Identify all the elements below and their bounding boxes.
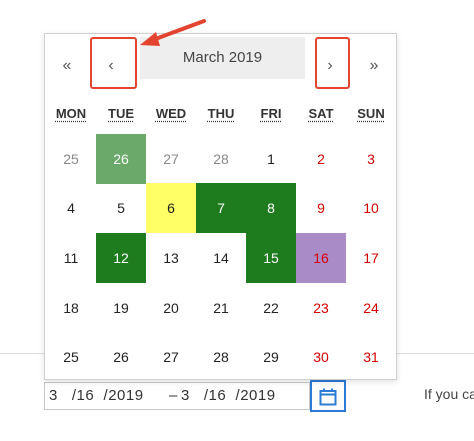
calendar-icon: [319, 388, 337, 406]
annotation-arrow-icon: [140, 19, 206, 46]
weekday-wed: WED: [155, 106, 187, 121]
range-separator: –: [169, 387, 178, 404]
side-text: If you ca: [424, 386, 474, 402]
day-cell[interactable]: 13: [146, 233, 196, 283]
weekday-sun: SUN: [357, 106, 385, 121]
day-cell[interactable]: 4: [46, 183, 96, 233]
weekday-mon: MON: [55, 106, 87, 121]
weekday-sat: SAT: [308, 106, 334, 121]
day-cell[interactable]: 30: [296, 332, 346, 382]
day-cell[interactable]: 17: [346, 233, 396, 283]
date-range-input[interactable]: 3 /16 /2019 – 3 /16 /2019: [44, 382, 310, 410]
day-cell[interactable]: 11: [46, 233, 96, 283]
end-date-field[interactable]: 3 /16 /2019: [181, 387, 276, 404]
day-cell[interactable]: 27: [146, 134, 196, 184]
weekday-fri: FRI: [260, 106, 282, 121]
prev-month-highlight: [90, 37, 137, 89]
month-title[interactable]: March 2019: [140, 49, 305, 66]
day-cell[interactable]: 27: [146, 332, 196, 382]
day-cell[interactable]: 16: [296, 233, 346, 283]
next-month-highlight: [315, 37, 350, 89]
day-cell[interactable]: 20: [146, 283, 196, 333]
start-date-field[interactable]: 3 /16 /2019: [49, 387, 144, 404]
day-cell[interactable]: 19: [96, 283, 146, 333]
day-cell[interactable]: 10: [346, 183, 396, 233]
day-cell[interactable]: 23: [296, 283, 346, 333]
day-cell[interactable]: 25: [46, 332, 96, 382]
next-year-button[interactable]: »: [364, 57, 384, 75]
calendar-toggle-button[interactable]: [310, 380, 346, 412]
day-cell[interactable]: 5: [96, 183, 146, 233]
day-cell[interactable]: 3: [346, 134, 396, 184]
day-cell[interactable]: 7: [196, 183, 246, 233]
day-cell[interactable]: 28: [196, 332, 246, 382]
day-cell[interactable]: 24: [346, 283, 396, 333]
day-cell[interactable]: 6: [146, 183, 196, 233]
day-cell[interactable]: 2: [296, 134, 346, 184]
day-cell[interactable]: 1: [246, 134, 296, 184]
day-cell[interactable]: 8: [246, 183, 296, 233]
day-cell[interactable]: 25: [46, 134, 96, 184]
weekday-thu: THU: [207, 106, 235, 121]
day-cell[interactable]: 28: [196, 134, 246, 184]
calendar-popup: March 2019 « ‹ › » MON TUE WED THU FRI SAT SUN…: [44, 33, 397, 380]
day-cell[interactable]: 18: [46, 283, 96, 333]
weekday-tue: TUE: [108, 106, 134, 121]
day-cell[interactable]: 26: [96, 332, 146, 382]
day-cell[interactable]: 15: [246, 233, 296, 283]
day-cell[interactable]: 12: [96, 233, 146, 283]
day-cell[interactable]: 29: [246, 332, 296, 382]
day-cell[interactable]: 26: [96, 134, 146, 184]
day-cell[interactable]: 9: [296, 183, 346, 233]
prev-year-button[interactable]: «: [57, 57, 77, 75]
day-cell[interactable]: 22: [246, 283, 296, 333]
day-cell[interactable]: 14: [196, 233, 246, 283]
day-cell[interactable]: 21: [196, 283, 246, 333]
day-cell[interactable]: 31: [346, 332, 396, 382]
